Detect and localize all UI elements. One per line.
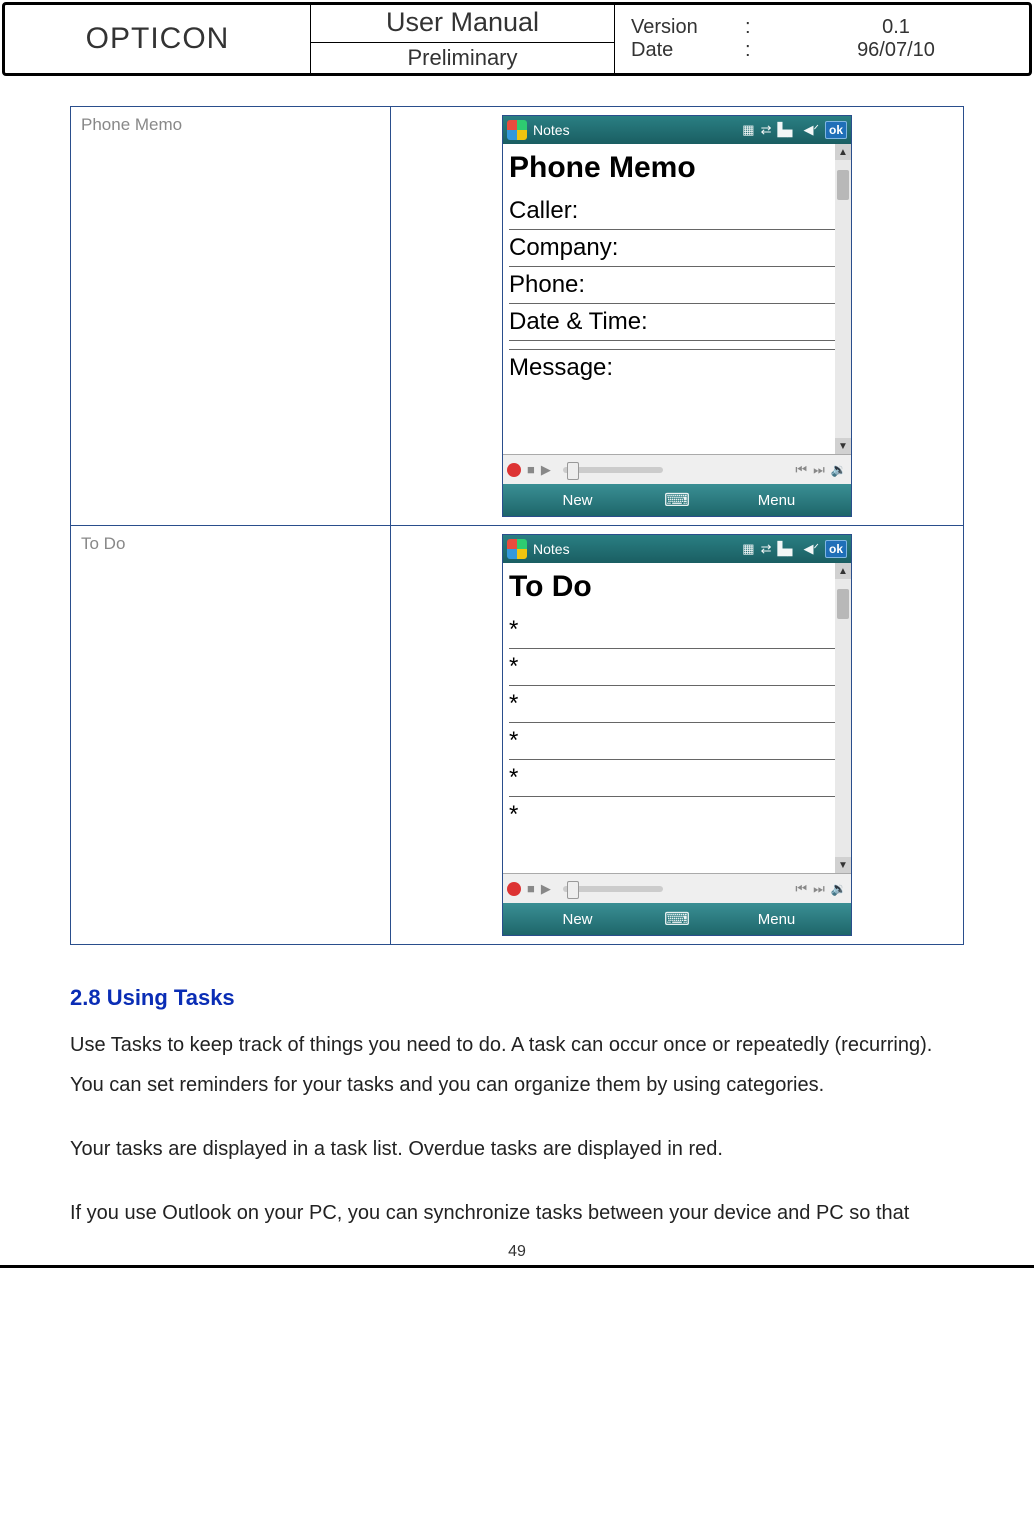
stop-icon[interactable]: ■: [527, 462, 535, 477]
record-icon[interactable]: [507, 463, 521, 477]
templates-table: Phone Memo Notes ▦ ⇄ ▙▖ ◀ᐟ ok Phone Memo: [70, 106, 964, 945]
grid-icon[interactable]: ▦: [742, 122, 754, 138]
keyboard-icon[interactable]: ⌨: [652, 909, 702, 930]
note-line: Message:: [509, 350, 845, 386]
table-row: Phone Memo Notes ▦ ⇄ ▙▖ ◀ᐟ ok Phone Memo: [71, 107, 964, 526]
colon: :: [745, 16, 755, 39]
grid-icon[interactable]: ▦: [742, 541, 754, 557]
brand-name: OPTICON: [5, 5, 310, 73]
note-line: *: [509, 797, 845, 833]
date-label: Date: [631, 39, 721, 62]
note-title: To Do: [509, 570, 845, 604]
volume-icon[interactable]: 🔉: [831, 881, 847, 897]
date-value: 96/07/10: [779, 39, 1013, 62]
device-status-bar: Notes ▦ ⇄ ▙▖ ◀ᐟ ok: [503, 535, 851, 563]
start-icon[interactable]: [507, 120, 527, 140]
device-softkeys: New ⌨ Menu: [503, 484, 851, 516]
status-app-name: Notes: [533, 541, 570, 557]
start-icon[interactable]: [507, 539, 527, 559]
next-icon[interactable]: ⏭: [813, 462, 825, 478]
section-heading: 2.8 Using Tasks: [70, 985, 964, 1011]
note-line: [509, 341, 845, 350]
connection-icon[interactable]: ⇄: [761, 541, 772, 557]
doc-subtitle: Preliminary: [407, 43, 517, 73]
section-paragraph: Use Tasks to keep track of things you ne…: [70, 1025, 964, 1105]
play-icon[interactable]: ▶: [541, 462, 551, 478]
ok-button[interactable]: ok: [825, 540, 847, 558]
signal-icon[interactable]: ▙▖: [777, 541, 797, 557]
section-paragraph: If you use Outlook on your PC, you can s…: [70, 1193, 964, 1233]
device-toolbar: ■ ▶ ⏮ ⏭ 🔉: [503, 873, 851, 903]
status-app-name: Notes: [533, 122, 570, 138]
version-label: Version: [631, 16, 721, 39]
table-row: To Do Notes ▦ ⇄ ▙▖ ◀ᐟ ok To Do *: [71, 526, 964, 945]
doc-title: User Manual: [311, 5, 614, 43]
doc-meta: Version : 0.1 Date : 96/07/10: [615, 5, 1029, 73]
device-screenshot-phone-memo: Notes ▦ ⇄ ▙▖ ◀ᐟ ok Phone Memo Caller: Co…: [502, 115, 852, 517]
note-line: Phone:: [509, 267, 845, 304]
record-icon[interactable]: [507, 882, 521, 896]
connection-icon[interactable]: ⇄: [761, 122, 772, 138]
version-value: 0.1: [779, 16, 1013, 39]
device-screenshot-todo: Notes ▦ ⇄ ▙▖ ◀ᐟ ok To Do * * * * * *: [502, 534, 852, 936]
note-line: *: [509, 686, 845, 723]
device-status-bar: Notes ▦ ⇄ ▙▖ ◀ᐟ ok: [503, 116, 851, 144]
colon: :: [745, 39, 755, 62]
next-icon[interactable]: ⏭: [813, 881, 825, 897]
device-body[interactable]: To Do * * * * * * ▲ ▼: [503, 563, 851, 873]
page-number: 49: [0, 1237, 1034, 1263]
signal-icon[interactable]: ▙▖: [777, 122, 797, 138]
scrollbar[interactable]: ▲ ▼: [835, 563, 851, 873]
keyboard-icon[interactable]: ⌨: [652, 490, 702, 511]
note-line: *: [509, 723, 845, 760]
speaker-icon[interactable]: ◀ᐟ: [803, 122, 819, 138]
device-softkeys: New ⌨ Menu: [503, 903, 851, 935]
scrollbar[interactable]: ▲ ▼: [835, 144, 851, 454]
softkey-menu[interactable]: Menu: [702, 911, 851, 928]
row-label: To Do: [71, 526, 391, 945]
play-icon[interactable]: ▶: [541, 881, 551, 897]
device-body[interactable]: Phone Memo Caller: Company: Phone: Date …: [503, 144, 851, 454]
softkey-menu[interactable]: Menu: [702, 492, 851, 509]
device-toolbar: ■ ▶ ⏮ ⏭ 🔉: [503, 454, 851, 484]
note-line: *: [509, 649, 845, 686]
note-line: Company:: [509, 230, 845, 267]
softkey-new[interactable]: New: [503, 492, 652, 509]
note-line: *: [509, 612, 845, 649]
stop-icon[interactable]: ■: [527, 881, 535, 896]
scroll-up-icon[interactable]: ▲: [835, 563, 851, 579]
softkey-new[interactable]: New: [503, 911, 652, 928]
note-title: Phone Memo: [509, 151, 845, 185]
ok-button[interactable]: ok: [825, 121, 847, 139]
section-paragraph: Your tasks are displayed in a task list.…: [70, 1129, 964, 1169]
note-line: Date & Time:: [509, 304, 845, 341]
note-line: *: [509, 760, 845, 797]
volume-icon[interactable]: 🔉: [831, 462, 847, 478]
speaker-icon[interactable]: ◀ᐟ: [803, 541, 819, 557]
prev-icon[interactable]: ⏮: [795, 881, 807, 897]
page-header: OPTICON User Manual Preliminary Version …: [2, 2, 1032, 76]
playback-slider[interactable]: [563, 467, 663, 473]
prev-icon[interactable]: ⏮: [795, 462, 807, 478]
note-line: Caller:: [509, 193, 845, 230]
row-label: Phone Memo: [71, 107, 391, 526]
scroll-down-icon[interactable]: ▼: [835, 438, 851, 454]
scroll-up-icon[interactable]: ▲: [835, 144, 851, 160]
footer-rule: [0, 1265, 1034, 1268]
scroll-down-icon[interactable]: ▼: [835, 857, 851, 873]
playback-slider[interactable]: [563, 886, 663, 892]
doc-title-block: User Manual Preliminary: [310, 5, 615, 73]
